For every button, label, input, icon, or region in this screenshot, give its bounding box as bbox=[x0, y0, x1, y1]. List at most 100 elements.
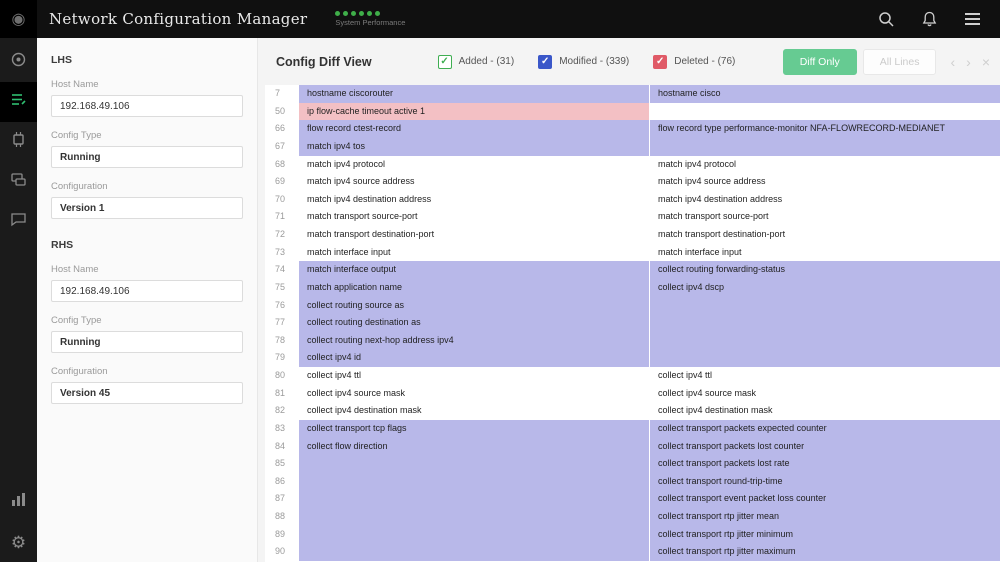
diff-row: 87 collect transport event packet loss co… bbox=[265, 490, 1000, 508]
status-dot bbox=[375, 11, 381, 16]
status-dot bbox=[367, 11, 373, 16]
lhs-config-line bbox=[299, 525, 649, 544]
line-number: 87 bbox=[265, 490, 299, 508]
lhs-config-line: match transport destination-port bbox=[299, 226, 649, 244]
rhs-configtype-label: Config Type bbox=[51, 315, 102, 326]
prev-diff-icon[interactable]: ‹ bbox=[950, 54, 955, 70]
app-logo[interactable]: ◉ bbox=[0, 0, 37, 38]
lhs-hostname-input[interactable]: 192.168.49.106 bbox=[51, 95, 243, 117]
lhs-config-line: hostname ciscorouter bbox=[299, 85, 649, 103]
added-checkbox-icon[interactable]: ✓ bbox=[437, 54, 452, 69]
diff-selection-panel: LHS Host Name 192.168.49.106 Config Type… bbox=[37, 38, 258, 562]
diff-row: 82 collect ipv4 destination mask collect i… bbox=[265, 402, 1000, 420]
diff-row: 7 hostname ciscorouter hostname cisco bbox=[265, 85, 1000, 103]
rhs-config-line: match ipv4 protocol bbox=[649, 155, 1000, 174]
diff-row: 50 ip flow-cache timeout active 1 bbox=[265, 102, 1000, 121]
devices-icon bbox=[10, 171, 27, 193]
line-number: 69 bbox=[265, 173, 299, 191]
status-dot bbox=[335, 11, 341, 16]
sidebar-item-devices[interactable] bbox=[0, 162, 37, 202]
lhs-config-line: collect transport tcp flags bbox=[299, 419, 649, 438]
home-icon bbox=[10, 51, 27, 73]
legend-item-modified[interactable]: ✓ Modified - (339) bbox=[538, 54, 629, 69]
deleted-checkbox-icon[interactable]: ✓ bbox=[653, 54, 668, 69]
lhs-config-line: match ipv4 source address bbox=[299, 173, 649, 191]
rhs-config-line: collect transport packets lost rate bbox=[649, 455, 1000, 473]
diff-row: 68 match ipv4 protocol match ipv4 protocol bbox=[265, 155, 1000, 174]
diff-row: 66 flow record ctest-record flow record ty… bbox=[265, 120, 1000, 138]
lhs-config-line: match ipv4 tos bbox=[299, 137, 649, 156]
legend-label: Added - (31) bbox=[458, 56, 515, 67]
diff-row: 75 match application name collect ipv4 dsc… bbox=[265, 278, 1000, 297]
lhs-hostname-label: Host Name bbox=[51, 79, 99, 90]
sidebar-item-settings[interactable]: ⚙ bbox=[0, 522, 37, 562]
diff-row: 86 collect transport round-trip-time bbox=[265, 472, 1000, 491]
line-number: 75 bbox=[265, 278, 299, 297]
rhs-config-line: hostname cisco bbox=[649, 85, 1000, 103]
legend-item-added[interactable]: ✓ Added - (31) bbox=[437, 54, 515, 69]
all-lines-button[interactable]: All Lines bbox=[862, 48, 937, 75]
modified-checkbox-icon[interactable]: ✓ bbox=[538, 54, 553, 69]
lhs-config-line bbox=[299, 508, 649, 526]
rhs-config-line: match ipv4 source address bbox=[649, 173, 1000, 191]
diff-row: 70 match ipv4 destination address match ip… bbox=[265, 190, 1000, 209]
lhs-configuration-select[interactable]: Version 1 bbox=[51, 197, 243, 219]
line-number: 68 bbox=[265, 155, 299, 174]
line-number: 89 bbox=[265, 525, 299, 544]
diff-table[interactable]: 7 hostname ciscorouter hostname cisco 50 ip … bbox=[265, 85, 1000, 562]
diff-row: 69 match ipv4 source address match ipv4 so… bbox=[265, 173, 1000, 191]
lhs-config-line: collect routing next-hop address ipv4 bbox=[299, 331, 649, 350]
rhs-config-line: match transport source-port bbox=[649, 208, 1000, 226]
rhs-config-line: collect transport rtp jitter maximum bbox=[649, 543, 1000, 561]
rhs-config-line bbox=[649, 314, 1000, 332]
diff-main: Config Diff View ✓ Added - (31) ✓ Modified … bbox=[258, 38, 1000, 562]
diff-row: 80 collect ipv4 ttl collect ipv4 ttl bbox=[265, 367, 1000, 385]
lhs-config-line: collect flow direction bbox=[299, 437, 649, 456]
logo-icon: ◉ bbox=[11, 11, 26, 28]
sidebar-item-home[interactable] bbox=[0, 42, 37, 82]
status-label: System Performance bbox=[335, 18, 406, 27]
sidebar-item-reports[interactable] bbox=[0, 482, 37, 522]
rhs-config-line: collect transport packets lost counter bbox=[649, 437, 1000, 456]
status-dots bbox=[335, 11, 405, 16]
sidebar-item-chat[interactable] bbox=[0, 202, 37, 242]
legend-item-deleted[interactable]: ✓ Deleted - (76) bbox=[653, 54, 735, 69]
rhs-configuration-select[interactable]: Version 45 bbox=[51, 382, 243, 404]
diff-row: 88 collect transport rtp jitter mean bbox=[265, 508, 1000, 526]
sidebar-item-firmware[interactable] bbox=[0, 122, 37, 162]
line-number: 86 bbox=[265, 472, 299, 491]
next-diff-icon[interactable]: › bbox=[966, 54, 971, 70]
rhs-hostname-input[interactable]: 192.168.49.106 bbox=[51, 280, 243, 302]
lhs-configtype-select[interactable]: Running bbox=[51, 146, 243, 168]
bell-icon[interactable] bbox=[922, 11, 937, 27]
sidebar-item-config[interactable] bbox=[0, 82, 37, 122]
rhs-config-line: match ipv4 destination address bbox=[649, 190, 1000, 209]
diff-row: 90 collect transport rtp jitter maximum bbox=[265, 543, 1000, 561]
lhs-config-line: collect ipv4 ttl bbox=[299, 367, 649, 385]
rhs-configtype-select[interactable]: Running bbox=[51, 331, 243, 353]
lhs-config-line bbox=[299, 472, 649, 491]
search-icon[interactable] bbox=[878, 11, 894, 27]
diff-row: 76 collect routing source as bbox=[265, 296, 1000, 315]
lhs-config-line: match interface input bbox=[299, 243, 649, 262]
diff-row: 89 collect transport rtp jitter minimum bbox=[265, 525, 1000, 544]
line-number: 71 bbox=[265, 208, 299, 226]
diff-header: Config Diff View ✓ Added - (31) ✓ Modified … bbox=[258, 38, 1000, 85]
lhs-config-line: collect ipv4 id bbox=[299, 349, 649, 367]
menu-icon[interactable] bbox=[965, 10, 980, 28]
reports-icon bbox=[10, 491, 27, 513]
line-number: 81 bbox=[265, 384, 299, 403]
lhs-config-line: ip flow-cache timeout active 1 bbox=[299, 102, 649, 121]
diff-only-button[interactable]: Diff Only bbox=[782, 48, 857, 75]
rhs-config-line: collect transport round-trip-time bbox=[649, 472, 1000, 491]
line-number: 84 bbox=[265, 437, 299, 456]
status-dot bbox=[351, 11, 357, 16]
lhs-config-line: match ipv4 protocol bbox=[299, 155, 649, 174]
rhs-config-line: match transport destination-port bbox=[649, 226, 1000, 244]
diff-row: 79 collect ipv4 id bbox=[265, 349, 1000, 367]
rhs-configuration-label: Configuration bbox=[51, 366, 108, 377]
lhs-section-label: LHS bbox=[51, 54, 72, 66]
rhs-hostname-label: Host Name bbox=[51, 264, 99, 275]
status-dot bbox=[359, 11, 365, 16]
close-icon[interactable]: × bbox=[982, 54, 990, 70]
